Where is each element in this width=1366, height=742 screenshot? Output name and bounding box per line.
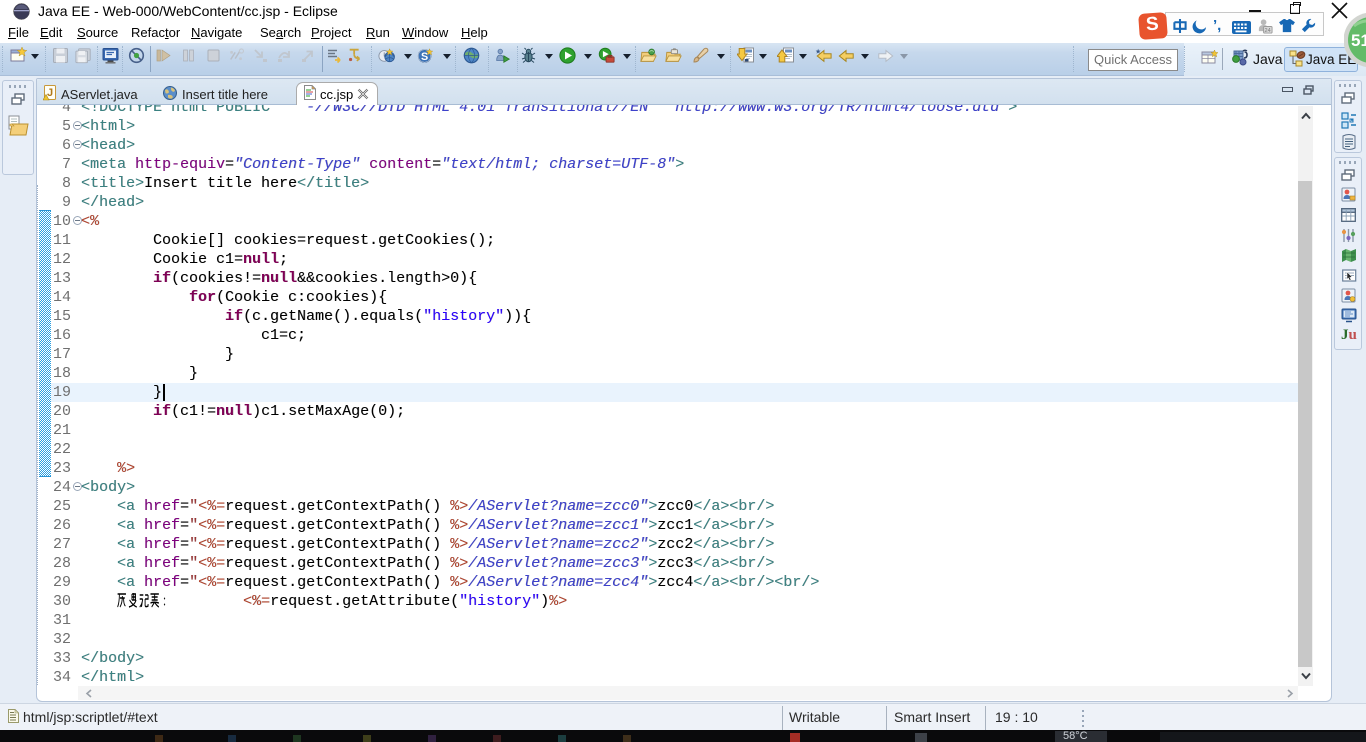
- svg-text:51: 51: [1351, 31, 1366, 50]
